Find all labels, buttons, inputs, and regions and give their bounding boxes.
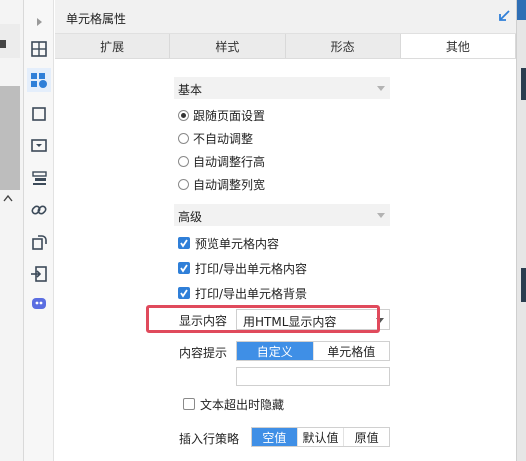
autofit-option-col-width[interactable]: 自动调整列宽 [178,175,265,193]
insert-policy-default-option[interactable]: 默认值 [297,428,345,446]
section-caret-icon [377,213,385,218]
radio-label: 自动调整行高 [193,154,266,169]
basic-section-title: 基本 [178,83,203,97]
hide-overflow-option[interactable]: 文本超出时隐藏 [183,395,284,413]
tab-expand[interactable]: 扩展 [55,34,171,58]
background-edge-block [521,68,526,100]
autofit-option-follow[interactable]: 跟随页面设置 [178,106,265,124]
radio-selected-icon[interactable] [178,109,189,121]
checkbox-label: 预览单元格内容 [195,236,280,251]
cell-properties-icon[interactable] [27,68,51,92]
insert-policy-null-option[interactable]: 空值 [252,428,298,446]
embed-icon[interactable] [27,262,51,286]
cell-grid-icon[interactable] [27,37,51,61]
hyperlink-icon[interactable] [27,198,51,222]
autofit-option-row-height[interactable]: 自动调整行高 [178,152,265,170]
insert-policy-segmented: 空值 默认值 原值 [251,427,390,447]
widget-icon[interactable] [27,133,51,157]
tab-form[interactable]: 形态 [285,34,401,58]
radio-icon[interactable] [178,155,189,167]
radio-label: 跟随页面设置 [193,108,266,123]
background-edge-blue [517,0,526,20]
radio-label: 自动调整列宽 [193,177,266,192]
content-tip-segmented: 自定义 单元格值 [236,341,390,361]
autofit-option-none[interactable]: 不自动调整 [178,129,253,147]
content-tip-custom-option[interactable]: 自定义 [237,342,314,360]
section-caret-icon [377,86,385,91]
tab-style[interactable]: 样式 [170,34,286,58]
collapse-panel-icon[interactable] [498,9,511,25]
basic-section-header[interactable]: 基本 [174,77,390,99]
background-strip-gray [0,86,20,190]
background-edge-block [521,268,526,302]
checkbox-label: 文本超出时隐藏 [200,397,285,412]
checkbox-label: 打印/导出单元格内容 [195,261,308,276]
content-tip-cell-value-option[interactable]: 单元格值 [313,342,389,360]
advanced-section-header[interactable]: 高级 [174,204,390,226]
checkbox-label: 打印/导出单元格背景 [195,286,308,301]
radio-icon[interactable] [178,178,189,190]
checkbox-checked-icon[interactable] [178,237,190,249]
background-strip-marker [0,37,10,51]
data-column-icon[interactable] [27,230,51,254]
float-element-icon[interactable] [27,102,51,126]
panel-title: 单元格属性 [66,12,127,26]
print-cell-background-option[interactable]: 打印/导出单元格背景 [178,284,307,302]
radio-icon[interactable] [178,132,189,144]
advanced-section-title: 高级 [178,210,203,224]
background-app-edge [516,0,526,461]
tab-other[interactable]: 其他 [400,34,516,58]
content-tip-input[interactable] [236,367,390,386]
property-icon-rail [24,0,54,461]
property-tabs: 扩展 样式 形态 其他 [55,34,516,59]
radio-label: 不自动调整 [193,131,254,146]
content-tip-label: 内容提示 [179,346,228,360]
background-app-strip [0,0,24,461]
plugin-icon[interactable] [27,292,51,316]
checkbox-checked-icon[interactable] [178,262,190,274]
preview-cell-content-option[interactable]: 预览单元格内容 [178,234,279,252]
checkbox-icon[interactable] [183,398,195,410]
insert-policy-original-option[interactable]: 原值 [344,428,389,446]
expand-arrow-icon[interactable] [27,10,51,34]
highlight-box [146,305,380,333]
print-cell-content-option[interactable]: 打印/导出单元格内容 [178,259,307,277]
collapse-chevron-icon[interactable] [3,192,13,205]
insert-policy-label: 插入行策略 [179,432,240,446]
condition-attribute-icon[interactable] [27,166,51,190]
checkbox-checked-icon[interactable] [178,287,190,299]
